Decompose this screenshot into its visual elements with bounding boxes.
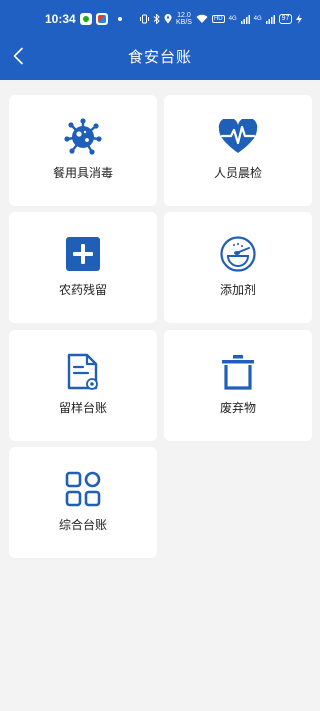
menu-card-tableware-disinfection[interactable]: 餐用具消毒 bbox=[9, 95, 157, 206]
card-label: 农药残留 bbox=[58, 283, 107, 297]
app-notification-icon bbox=[96, 13, 108, 25]
battery-indicator: 97 bbox=[278, 14, 293, 24]
signal-2-label: 4G bbox=[253, 16, 262, 22]
menu-card-additives[interactable]: 添加剂 bbox=[164, 212, 312, 323]
more-dot-icon bbox=[118, 17, 122, 21]
menu-card-waste[interactable]: 废弃物 bbox=[164, 330, 312, 441]
charging-icon bbox=[296, 14, 303, 24]
network-speed: 12.0 KB/S bbox=[176, 12, 192, 26]
spoon-bowl-icon bbox=[220, 236, 256, 272]
plus-square-icon bbox=[66, 237, 100, 271]
vibrate-icon bbox=[140, 14, 149, 24]
document-icon bbox=[67, 353, 98, 390]
status-right-icons: 12.0 KB/S HD 4G 4G 97 bbox=[140, 12, 303, 26]
trash-icon bbox=[222, 355, 254, 390]
header-bar: 10:34 12.0 KB/S HD 4G 4G 97 食安台账 bbox=[0, 0, 320, 80]
hd-badge: HD bbox=[211, 15, 225, 23]
virus-icon bbox=[64, 118, 102, 155]
status-time: 10:34 bbox=[45, 12, 76, 26]
card-label: 餐用具消毒 bbox=[52, 166, 113, 180]
signal-1-label: 4G bbox=[228, 16, 237, 22]
menu-card-pesticide-residue[interactable]: 农药残留 bbox=[9, 212, 157, 323]
grid-icon bbox=[65, 471, 101, 507]
bluetooth-icon bbox=[153, 14, 160, 24]
heart-pulse-icon bbox=[218, 119, 258, 153]
wechat-icon bbox=[80, 13, 92, 25]
notification-icons bbox=[80, 13, 122, 25]
page-title: 食安台账 bbox=[127, 48, 192, 66]
menu-card-sample-ledger[interactable]: 留样台账 bbox=[9, 330, 157, 441]
card-label: 留样台账 bbox=[58, 401, 107, 415]
signal-1-icon bbox=[240, 14, 250, 24]
wifi-icon bbox=[196, 14, 208, 23]
signal-2-icon bbox=[265, 14, 275, 24]
location-icon bbox=[164, 14, 172, 24]
card-label: 废弃物 bbox=[219, 401, 256, 415]
menu-card-comprehensive-ledger[interactable]: 综合台账 bbox=[9, 447, 157, 558]
card-label: 人员晨检 bbox=[213, 166, 262, 180]
card-label: 综合台账 bbox=[58, 518, 107, 532]
menu-card-staff-morning-check[interactable]: 人员晨检 bbox=[164, 95, 312, 206]
card-label: 添加剂 bbox=[219, 283, 256, 297]
status-bar: 10:34 12.0 KB/S HD 4G 4G 97 bbox=[0, 8, 320, 32]
